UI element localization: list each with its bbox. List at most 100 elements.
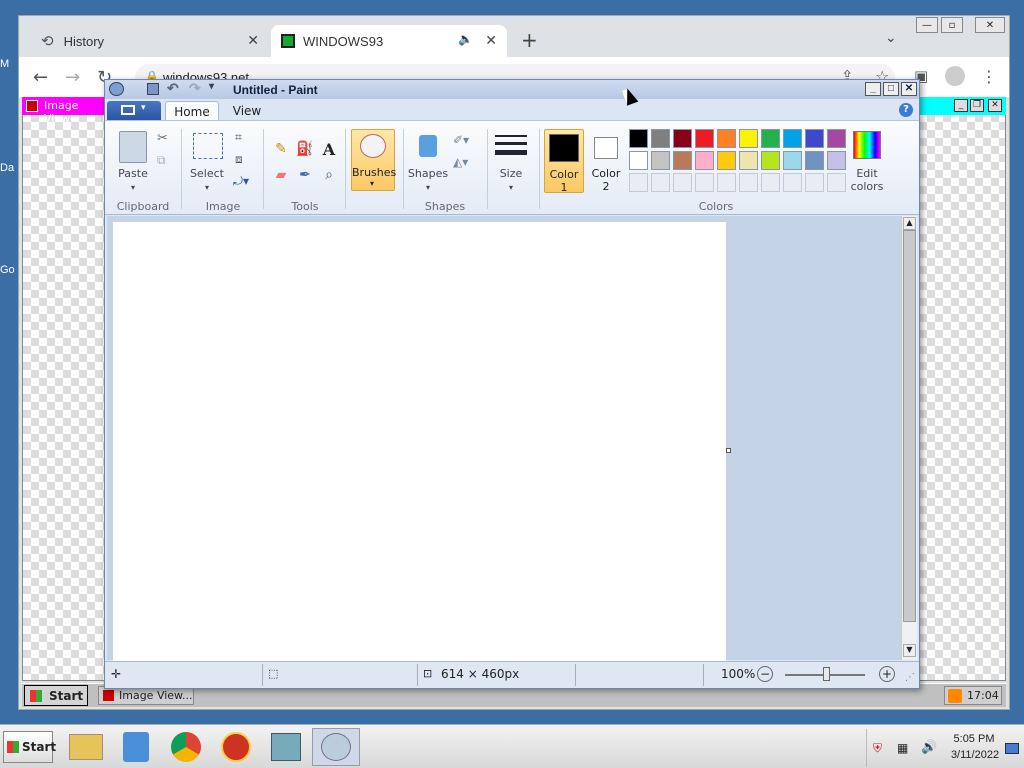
palette-swatch[interactable] <box>695 129 714 148</box>
grip-icon[interactable]: ⋰ <box>905 672 915 683</box>
cut-icon[interactable]: ✂ <box>157 131 168 146</box>
close-tab-icon[interactable]: ✕ <box>485 32 497 49</box>
palette-swatch[interactable] <box>651 173 670 192</box>
undo-icon[interactable]: ↶ <box>167 80 179 97</box>
eraser-icon[interactable]: ▰ <box>271 165 291 185</box>
shapes-button[interactable]: Shapes ▾ <box>405 167 451 193</box>
file-explorer-icon[interactable] <box>62 728 110 766</box>
color1-button[interactable]: Color 1 <box>544 129 584 194</box>
tab-home[interactable]: Home <box>165 101 219 121</box>
palette-swatch[interactable] <box>651 129 670 148</box>
palette-swatch[interactable] <box>761 129 780 148</box>
color2-button[interactable]: Color 2 <box>587 129 627 193</box>
control-panel-icon[interactable] <box>262 728 310 766</box>
palette-swatch[interactable] <box>673 173 692 192</box>
menu-icon[interactable]: ⋮ <box>981 67 997 86</box>
magnifier-icon[interactable]: ⌕ <box>319 165 339 185</box>
desktop-label-3[interactable]: Go <box>0 264 15 276</box>
palette-swatch[interactable] <box>629 173 648 192</box>
paint-maximize-button[interactable]: □ <box>883 82 899 96</box>
edit-colors-button[interactable]: Edit colors <box>843 167 891 193</box>
iv-restore-button[interactable]: ❐ <box>970 99 984 112</box>
palette-swatch[interactable] <box>629 129 648 148</box>
drawing-canvas[interactable] <box>113 222 726 662</box>
palette-swatch[interactable] <box>805 129 824 148</box>
redo-icon[interactable]: ↷ <box>189 80 201 97</box>
show-desktop-icon[interactable] <box>1005 743 1019 754</box>
app-icon[interactable] <box>212 728 260 766</box>
scroll-down-icon[interactable]: ▼ <box>903 644 916 657</box>
chrome-icon[interactable] <box>162 728 210 766</box>
palette-swatch[interactable] <box>695 151 714 170</box>
media-player-icon[interactable] <box>112 728 160 766</box>
tab-view[interactable]: View <box>227 104 267 118</box>
volume-icon[interactable]: 🔊 <box>921 740 937 755</box>
minimize-button[interactable]: — <box>916 17 938 33</box>
palette-swatch[interactable] <box>739 173 758 192</box>
audio-icon[interactable]: 🔈 <box>458 32 473 46</box>
rotate-icon[interactable]: ⤾▾ <box>233 174 249 189</box>
forward-icon[interactable]: → <box>65 67 80 88</box>
profile-avatar[interactable] <box>945 66 965 86</box>
tab-search-icon[interactable]: ⌄ <box>885 30 897 46</box>
paint-menu-button[interactable]: ▾ <box>107 101 161 120</box>
palette-swatch[interactable] <box>695 173 714 192</box>
desktop-label-2[interactable]: Da <box>0 162 14 174</box>
palette-swatch[interactable] <box>761 173 780 192</box>
rss-icon[interactable] <box>948 689 962 703</box>
clock-time[interactable]: 5:05 PM <box>949 733 999 745</box>
paint-minimize-button[interactable]: _ <box>865 82 881 96</box>
iv-close-button[interactable]: ✕ <box>988 99 1002 112</box>
zoom-slider-thumb[interactable] <box>823 667 830 681</box>
clock-date[interactable]: 3/11/2022 <box>947 749 1003 761</box>
brushes-button[interactable]: Brushes ▾ <box>351 129 396 191</box>
image-viewer-titlebar[interactable]: Image Viewer <box>22 97 104 125</box>
tab-windows93[interactable]: WINDOWS93 🔈 ✕ <box>271 25 507 57</box>
edit-colors-icon[interactable] <box>853 131 881 159</box>
text-icon[interactable]: A <box>319 139 339 159</box>
palette-swatch[interactable] <box>717 129 736 148</box>
select-icon[interactable] <box>193 133 223 159</box>
palette-swatch[interactable] <box>783 151 802 170</box>
vertical-scrollbar[interactable]: ▲ ▼ <box>901 216 917 660</box>
palette-swatch[interactable] <box>717 151 736 170</box>
zoom-in-button[interactable]: + <box>879 666 895 682</box>
pencil-icon[interactable]: ✎ <box>271 139 291 159</box>
outline-icon[interactable]: ✐▾ <box>453 133 469 147</box>
palette-swatch[interactable] <box>673 129 692 148</box>
paint-icon[interactable] <box>312 728 360 766</box>
start-button[interactable]: Start <box>3 731 56 763</box>
palette-swatch[interactable] <box>783 129 802 148</box>
palette-swatch[interactable] <box>827 151 846 170</box>
paint-titlebar[interactable]: ↶ ↷ ▾ Untitled - Paint _ □ ✕ <box>105 80 919 99</box>
copy-icon[interactable]: ⧉ <box>157 153 166 168</box>
security-icon[interactable]: ⛨ <box>873 741 882 756</box>
palette-swatch[interactable] <box>761 151 780 170</box>
palette-swatch[interactable] <box>827 129 846 148</box>
close-tab-icon[interactable]: ✕ <box>247 32 259 49</box>
help-icon[interactable]: ? <box>899 103 913 117</box>
maximize-button[interactable]: ▫ <box>941 17 963 33</box>
size-button[interactable]: Size ▾ <box>491 167 531 193</box>
iv-minimize-button[interactable]: _ <box>954 99 968 112</box>
zoom-out-button[interactable]: − <box>757 666 773 682</box>
qat-dropdown-icon[interactable]: ▾ <box>209 81 214 92</box>
palette-swatch[interactable] <box>717 173 736 192</box>
paint-close-button[interactable]: ✕ <box>901 82 917 96</box>
palette-swatch[interactable] <box>673 151 692 170</box>
color-picker-icon[interactable]: ✒ <box>295 165 315 185</box>
scroll-thumb[interactable] <box>903 230 916 622</box>
desktop-label-1[interactable]: M <box>0 58 9 70</box>
inner-start-button[interactable]: Start <box>24 685 88 706</box>
paste-icon[interactable] <box>119 131 147 163</box>
fill-shape-icon[interactable]: ◭▾ <box>453 155 468 169</box>
scroll-up-icon[interactable]: ▲ <box>903 217 916 230</box>
paste-button[interactable]: Paste ▾ <box>113 167 153 193</box>
resize-handle[interactable] <box>726 448 731 453</box>
paint-app-icon[interactable] <box>109 82 124 96</box>
fill-icon[interactable]: ⛽ <box>295 139 315 159</box>
palette-swatch[interactable] <box>805 151 824 170</box>
close-button[interactable]: ✕ <box>975 17 1005 33</box>
palette-swatch[interactable] <box>739 129 758 148</box>
tab-history[interactable]: ⟲ History ✕ <box>29 25 269 57</box>
